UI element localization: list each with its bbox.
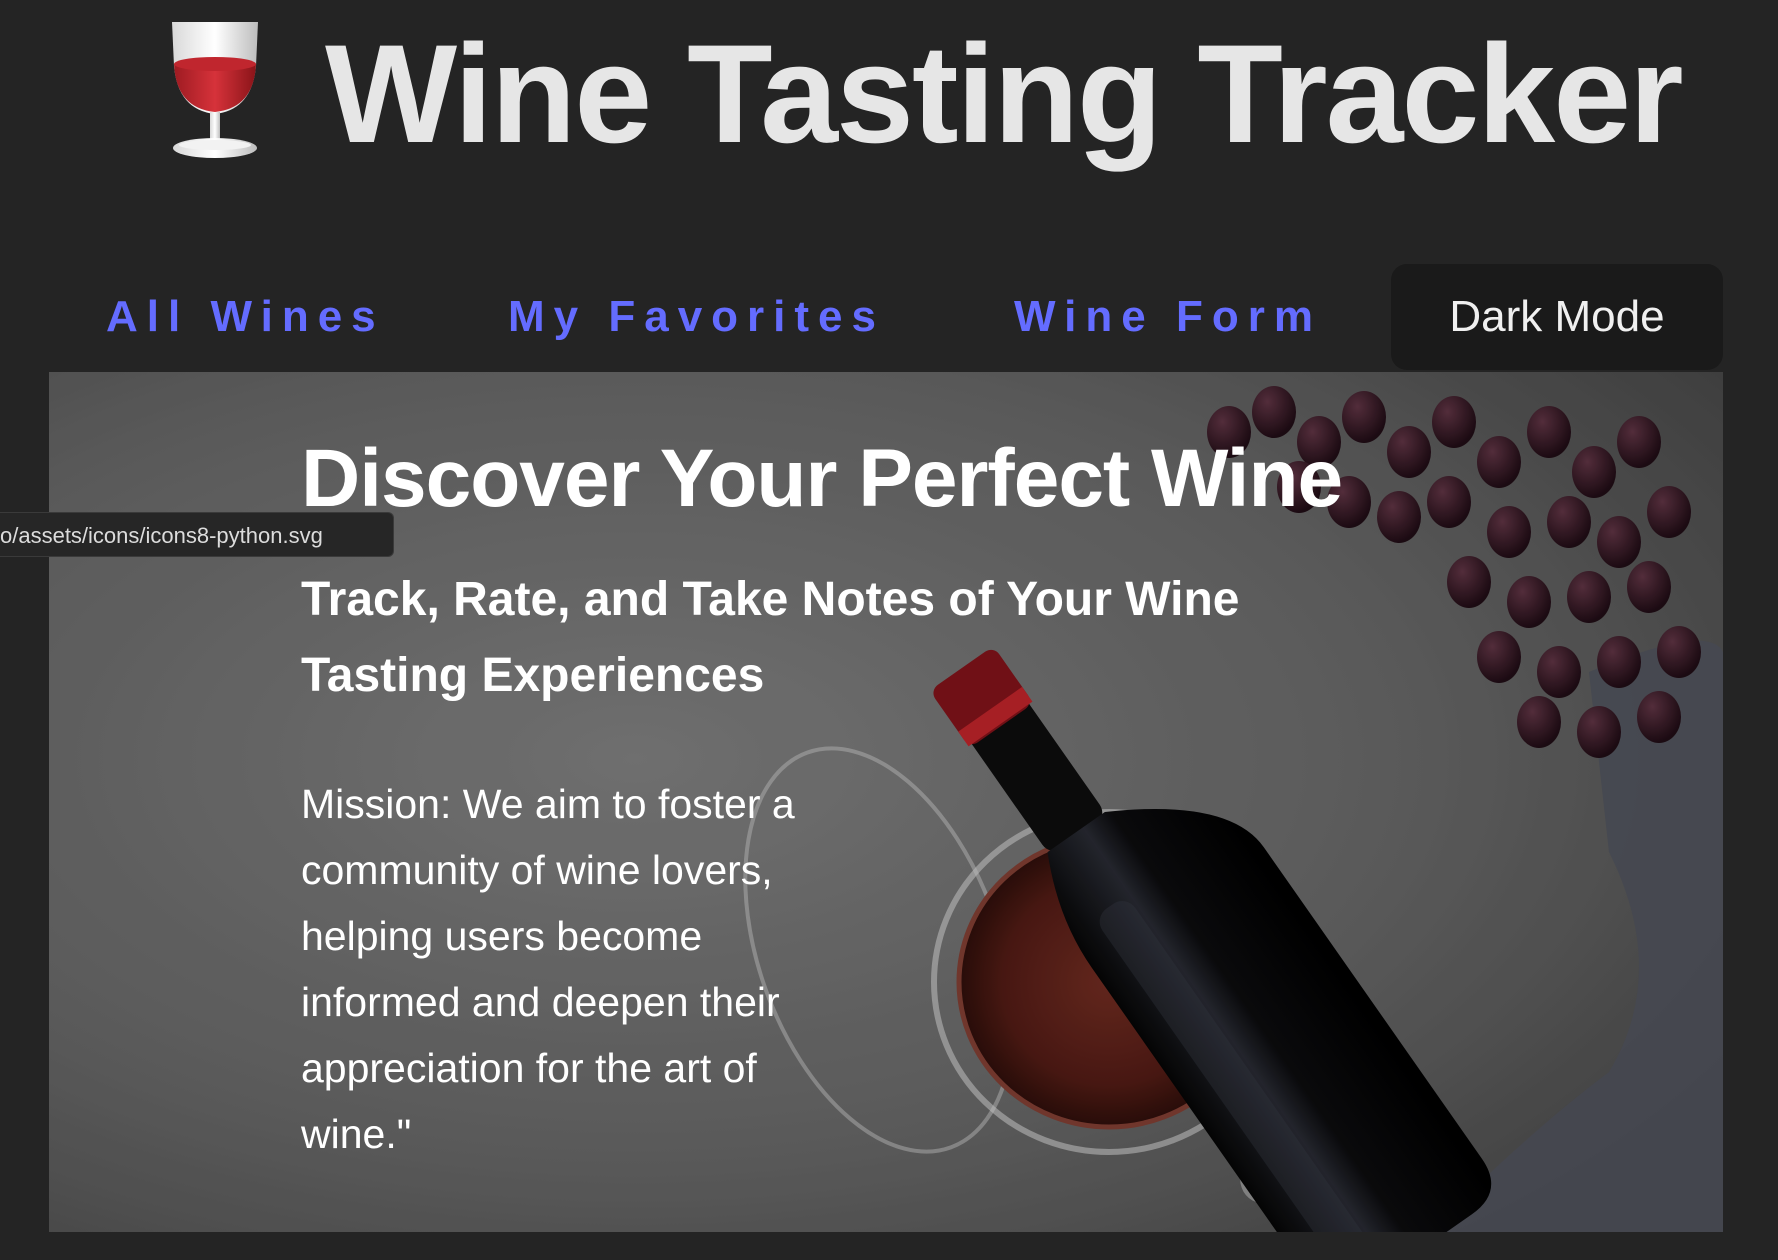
nav-link-my-favorites[interactable]: My Favorites [508, 292, 885, 342]
hero-banner: Discover Your Perfect Wine Track, Rate, … [49, 372, 1723, 1232]
mission-statement: Mission: We aim to foster a community of… [301, 781, 795, 1157]
hero-subtitle: Track, Rate, and Take Notes of Your Wine… [301, 572, 1240, 702]
app-title: Wine Tasting Tracker [325, 15, 1684, 172]
nav-link-wine-form[interactable]: Wine Form [1014, 292, 1322, 342]
nav-link-all-wines[interactable]: All Wines [106, 292, 385, 342]
app-header: Wine Tasting Tracker [0, 0, 1778, 200]
status-bar-url: o/assets/icons/icons8-python.svg [0, 512, 394, 557]
wine-glass-icon [172, 22, 258, 158]
status-bar-url-text: o/assets/icons/icons8-python.svg [0, 523, 323, 548]
main-nav: All Wines My Favorites Wine Form Dark Mo… [0, 262, 1778, 372]
dark-mode-button[interactable]: Dark Mode [1391, 264, 1723, 370]
page: Wine Tasting Tracker All Wines My Favori… [0, 0, 1778, 1260]
hero-title: Discover Your Perfect Wine [301, 432, 1343, 524]
